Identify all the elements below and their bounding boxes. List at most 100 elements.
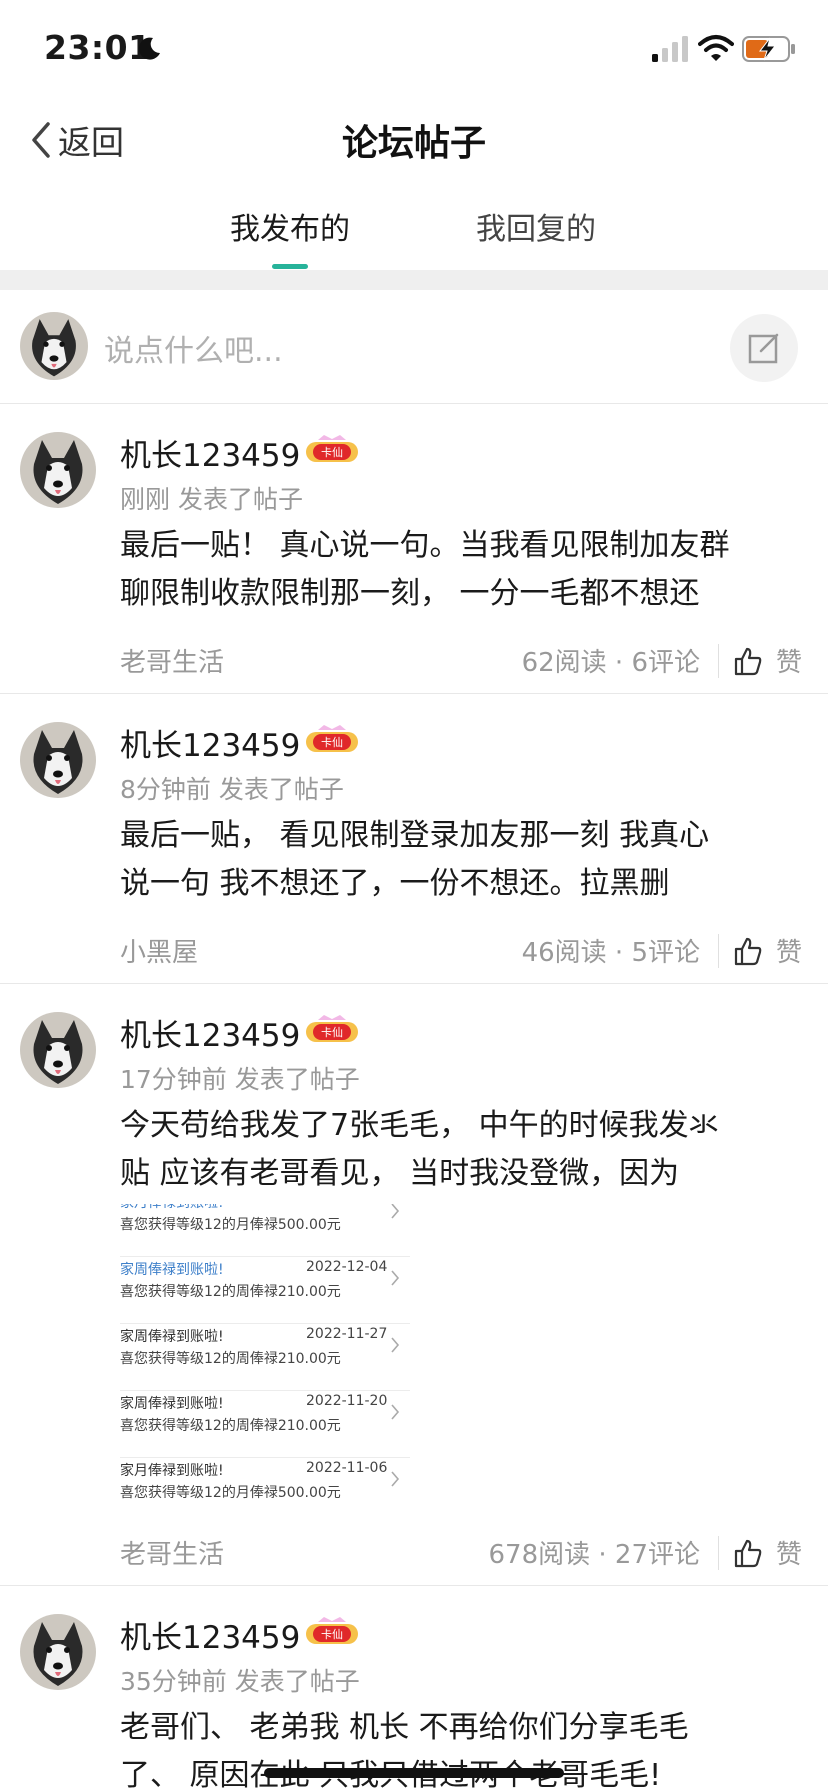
husky-avatar-icon: [20, 312, 88, 380]
post-content[interactable]: 老哥们、 老弟我 机长 不再给你们分享毛毛 了、 原因在此 只我只借过两个老哥毛…: [120, 1704, 800, 1792]
tab-indicator: [272, 264, 308, 269]
post-text-line: 最后一贴， 看见限制登录加友那一刻 我真心: [120, 818, 710, 853]
avatar[interactable]: [20, 432, 96, 508]
like-button[interactable]: 赞: [734, 642, 802, 679]
svg-text:卡仙: 卡仙: [321, 1026, 343, 1039]
post-time: 17分钟前 发表了帖子: [120, 1065, 360, 1094]
page-title: 论坛帖子: [341, 123, 486, 164]
husky-avatar-icon: [20, 1012, 96, 1088]
svg-text:卡仙: 卡仙: [321, 1628, 343, 1641]
thumbs-up-icon: [734, 937, 762, 965]
notice-title: 家周俸禄到账啦!: [120, 1262, 224, 1278]
divider: [718, 1536, 719, 1570]
like-label: 赞: [776, 648, 803, 678]
thumbs-up-icon: [734, 1539, 762, 1567]
notice-date: 2022-11-27: [306, 1326, 388, 1342]
post-text-line: 最后一贴！ 真心说一句。当我看见限制加友群: [120, 528, 730, 563]
chevron-right-icon: [391, 1404, 400, 1420]
signal-icon: [652, 36, 688, 62]
post-text-line: 老哥们、 老弟我 机长 不再给你们分享毛毛: [120, 1710, 689, 1745]
post-text-line: 说一句 我不想还了，一份不想还。拉黑删: [120, 866, 670, 901]
notice-item: 家周俸禄到账啦! 2022-11-20 喜您获得等级12的周俸禄210.00元: [120, 1391, 410, 1458]
home-indicator[interactable]: [264, 1768, 564, 1778]
husky-avatar-icon: [20, 432, 96, 508]
husky-avatar-icon: [20, 1614, 96, 1690]
notice-desc: 喜您获得等级12的月俸禄500.00元: [120, 1485, 341, 1500]
post-username[interactable]: 机长123459: [120, 720, 300, 765]
moon-icon: [138, 37, 160, 60]
post-item[interactable]: 机长123459 卡仙 8分钟前 发表了帖子 最后一贴， 看见限制登录加友那一刻…: [0, 694, 828, 984]
post-category[interactable]: 小黑屋: [120, 932, 198, 969]
notice-date: 2022-11-06: [306, 1460, 388, 1476]
avatar[interactable]: [20, 1614, 96, 1690]
husky-avatar-icon: [20, 722, 96, 798]
notice-item: 家周俸禄到账啦! 2022-12-04 喜您获得等级12的周俸禄210.00元: [120, 1257, 410, 1324]
notice-desc: 喜您获得等级12的月俸禄500.00元: [120, 1217, 341, 1233]
vip-badge-icon: 卡仙: [306, 725, 358, 752]
tab-bar: 我发布的 我回复的: [0, 196, 828, 270]
post-input[interactable]: 说点什么吧...: [104, 326, 283, 370]
tab-my-replies[interactable]: 我回复的: [476, 204, 596, 248]
post-category[interactable]: 老哥生活: [120, 642, 224, 679]
notice-desc: 喜您获得等级12的周俸禄210.00元: [120, 1284, 341, 1300]
notice-date: 2022-11-20: [306, 1393, 388, 1409]
edit-icon: [748, 333, 779, 364]
compose-button[interactable]: [730, 314, 798, 382]
post-content[interactable]: 最后一贴， 看见限制登录加友那一刻 我真心 说一句 我不想还了，一份不想还。拉黑…: [120, 812, 800, 908]
battery-charging-icon: [742, 36, 795, 62]
notice-title: 家月俸禄到账啦!: [120, 1204, 224, 1212]
avatar[interactable]: [20, 1012, 96, 1088]
post-category[interactable]: 老哥生活: [120, 1534, 224, 1571]
notice-date: 2022-12-04: [306, 1259, 388, 1275]
like-label: 赞: [776, 1540, 803, 1570]
section-divider: [0, 270, 828, 290]
notice-date: 2022-12-04: [306, 1204, 387, 1208]
notice-item: 家月俸禄到账啦! 2022-11-06 喜您获得等级12的月俸禄500.00元: [120, 1458, 410, 1500]
notice-title: 家周俸禄到账啦!: [120, 1329, 224, 1345]
notice-title: 家周俸禄到账啦!: [120, 1396, 224, 1412]
post-stats: 62阅读 · 6评论: [521, 648, 700, 678]
avatar: [20, 312, 88, 380]
chevron-right-icon: [391, 1337, 400, 1353]
post-item[interactable]: 机长123459 卡仙 35分钟前 发表了帖子 老哥们、 老弟我 机长 不再给你…: [0, 1586, 828, 1792]
notice-item: 家月俸禄到账啦! 2022-12-04 喜您获得等级12的月俸禄500.00元: [120, 1204, 410, 1257]
post-time: 8分钟前 发表了帖子: [120, 775, 344, 804]
post-text-line: 聊限制收款限制那一刻， 一分一毛都不想还: [120, 576, 700, 611]
post-time: 刚刚 发表了帖子: [120, 485, 303, 514]
avatar[interactable]: [20, 722, 96, 798]
post-username[interactable]: 机长123459: [120, 1010, 300, 1055]
post-stats: 678阅读 · 27评论: [488, 1540, 700, 1570]
svg-text:卡仙: 卡仙: [321, 736, 343, 749]
post-footer: 小黑屋 46阅读 · 5评论 赞: [0, 932, 828, 972]
like-label: 赞: [776, 938, 803, 968]
divider: [718, 934, 719, 968]
post-item[interactable]: 机长123459 卡仙 刚刚 发表了帖子 最后一贴！ 真心说一句。当我看见限制加…: [0, 404, 828, 694]
vip-badge-icon: 卡仙: [306, 435, 358, 462]
chevron-right-icon: [391, 1204, 400, 1219]
post-footer: 老哥生活 678阅读 · 27评论 赞: [0, 1534, 828, 1574]
vip-badge-icon: 卡仙: [306, 1015, 358, 1042]
post-attached-image[interactable]: 家月俸禄到账啦! 2022-12-04 喜您获得等级12的月俸禄500.00元 …: [120, 1204, 410, 1500]
notice-item: 家周俸禄到账啦! 2022-11-27 喜您获得等级12的周俸禄210.00元: [120, 1324, 410, 1391]
composer: 说点什么吧...: [0, 290, 828, 404]
post-footer: 老哥生活 62阅读 · 6评论 赞: [0, 642, 828, 682]
like-button[interactable]: 赞: [734, 1534, 802, 1571]
chevron-right-icon: [391, 1270, 400, 1286]
post-stats: 46阅读 · 5评论: [521, 938, 700, 968]
vip-badge-icon: 卡仙: [306, 1617, 358, 1644]
thumbs-up-icon: [734, 647, 762, 675]
notice-title: 家月俸禄到账啦!: [120, 1463, 224, 1479]
post-username[interactable]: 机长123459: [120, 430, 300, 475]
tab-my-posts[interactable]: 我发布的: [230, 204, 350, 248]
svg-text:卡仙: 卡仙: [321, 446, 343, 459]
wifi-icon: [698, 35, 734, 61]
post-text-line: 贴 应该有老哥看见， 当时我没登微，因为: [120, 1156, 680, 1191]
notice-desc: 喜您获得等级12的周俸禄210.00元: [120, 1418, 341, 1434]
post-text-line: 今天苟给我发了7张毛毛， 中午的时候我发氺: [120, 1108, 719, 1143]
post-username[interactable]: 机长123459: [120, 1612, 300, 1657]
post-content[interactable]: 今天苟给我发了7张毛毛， 中午的时候我发氺 贴 应该有老哥看见， 当时我没登微，…: [120, 1102, 800, 1198]
like-button[interactable]: 赞: [734, 932, 802, 969]
nav-bar: 返回 论坛帖子: [0, 96, 828, 186]
notice-desc: 喜您获得等级12的周俸禄210.00元: [120, 1351, 341, 1367]
post-content[interactable]: 最后一贴！ 真心说一句。当我看见限制加友群 聊限制收款限制那一刻， 一分一毛都不…: [120, 522, 800, 618]
